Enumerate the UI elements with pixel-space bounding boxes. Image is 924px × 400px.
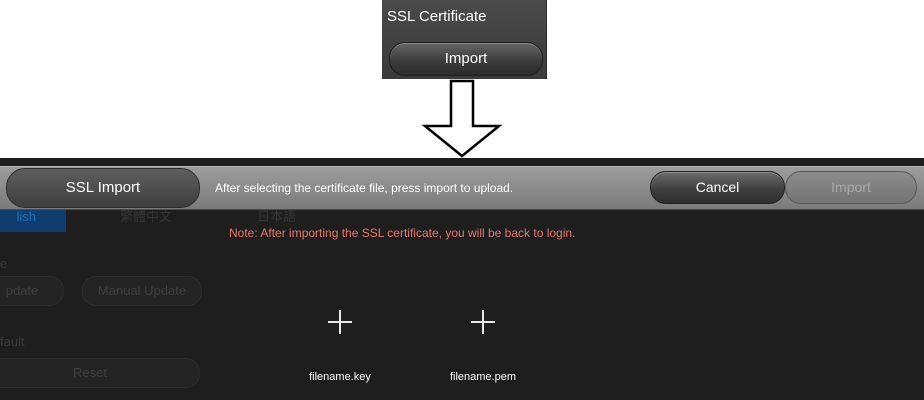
pem-file-label: filename.pem (449, 371, 517, 383)
down-arrow-icon (421, 79, 503, 158)
dialog-header: SSL Import After selecting the certifica… (0, 166, 924, 210)
key-file-picker[interactable]: filename.key (295, 308, 385, 388)
dialog-message: After selecting the certificate file, pr… (215, 181, 514, 195)
dialog-import-button[interactable]: Import (785, 171, 917, 204)
update-button[interactable]: pdate (0, 276, 64, 306)
ssl-certificate-card: SSL Certificate Import (382, 0, 547, 79)
dialog-title-box: SSL Import (6, 168, 200, 208)
ssl-import-panel: lish 繁體中文 日本語 e pdate Manual Update faul… (0, 158, 924, 400)
default-label: fault (0, 334, 25, 349)
warning-note: Note: After importing the SSL certificat… (229, 226, 576, 240)
plus-icon[interactable] (469, 308, 497, 336)
reset-button[interactable]: Reset (0, 358, 200, 388)
pem-file-picker[interactable]: filename.pem (438, 308, 528, 388)
cancel-button[interactable]: Cancel (650, 171, 785, 204)
section-label: e (0, 256, 8, 271)
key-file-label: filename.key (309, 371, 371, 383)
dialog-title: SSL Import (65, 179, 141, 196)
plus-icon[interactable] (326, 308, 354, 336)
ssl-certificate-title: SSL Certificate (387, 8, 487, 25)
import-button[interactable]: Import (389, 42, 543, 76)
manual-update-button[interactable]: Manual Update (82, 276, 202, 306)
